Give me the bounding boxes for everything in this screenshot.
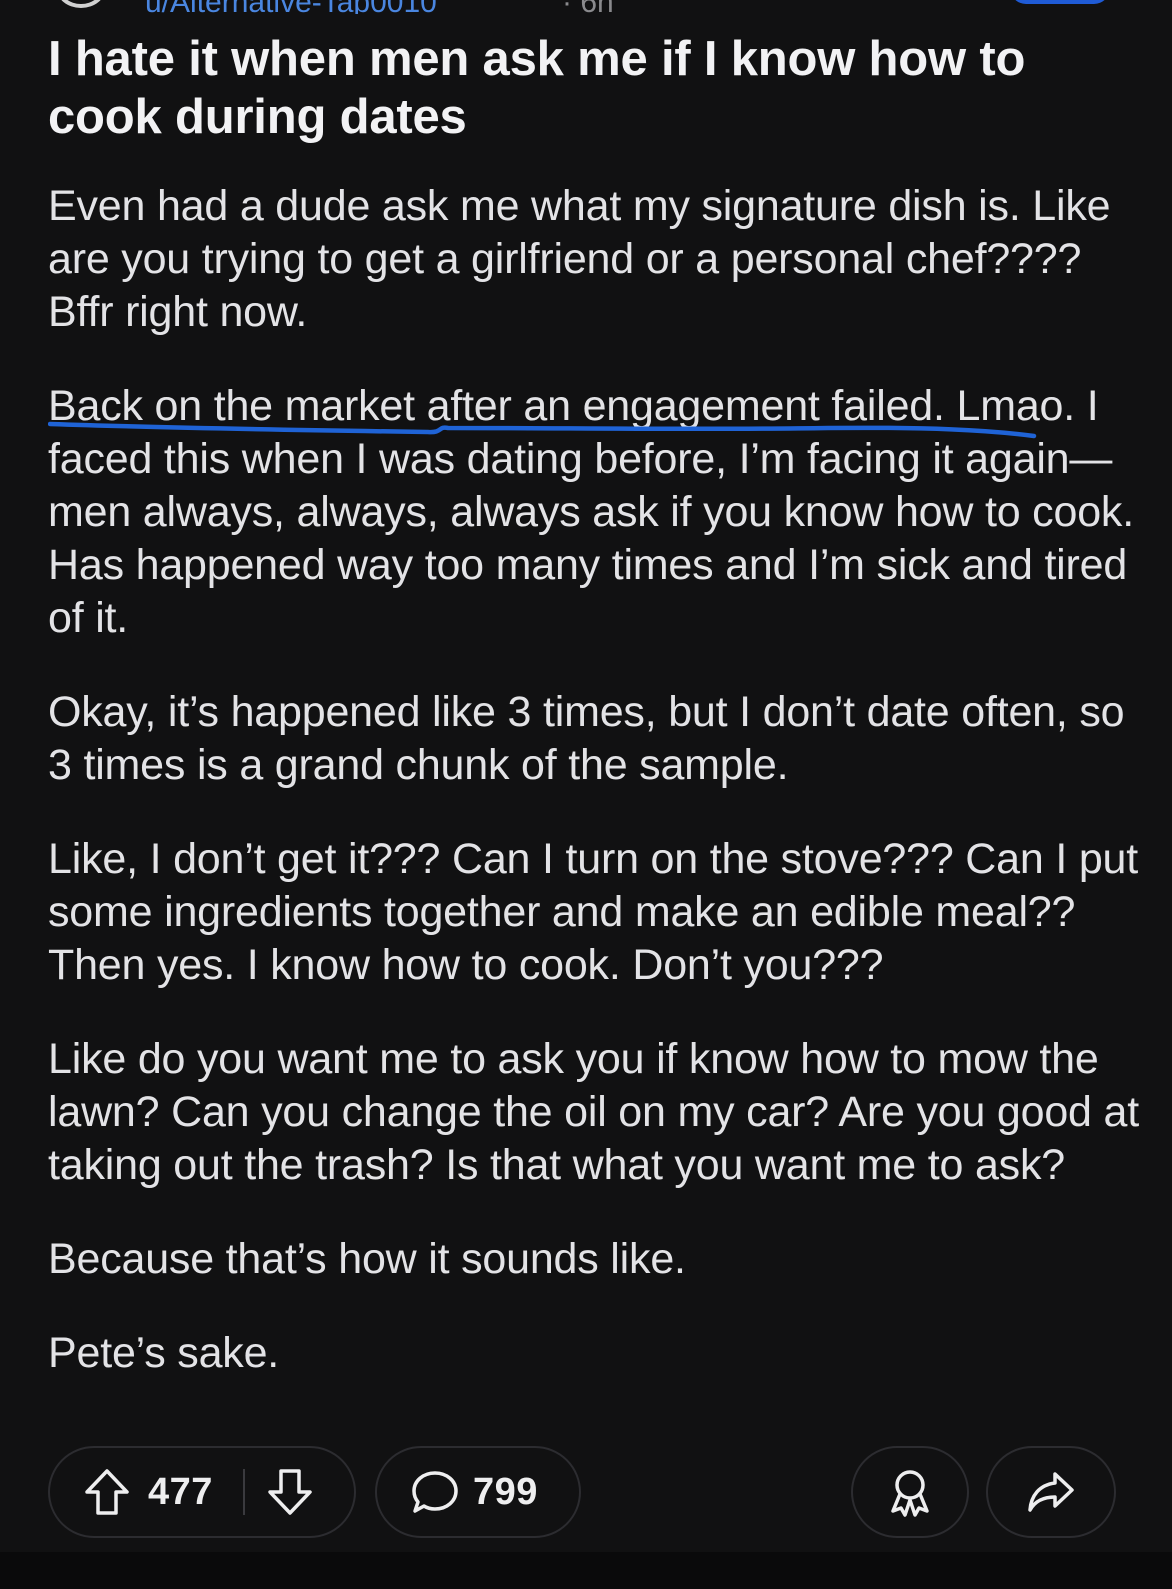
post-header: u/Alternative-Tap0010 · 6h — [0, 0, 1172, 14]
paragraph-3: Okay, it’s happened like 3 times, but I … — [48, 688, 1125, 789]
paragraph-2: Back on the market after an engagement f… — [48, 380, 1148, 645]
vote-divider — [242, 1469, 245, 1515]
share-arrow-icon — [1026, 1470, 1076, 1514]
comment-count: 799 — [473, 1470, 538, 1513]
award-ribbon-icon — [887, 1467, 933, 1517]
upvote-arrow-icon[interactable] — [84, 1468, 130, 1516]
username-link[interactable]: u/Alternative-Tap0010 — [145, 0, 437, 14]
vote-control: 477 — [48, 1446, 356, 1538]
downvote-arrow-icon[interactable] — [267, 1468, 313, 1516]
speech-bubble-icon — [411, 1469, 459, 1515]
post-title: I hate it when men ask me if I know how … — [48, 32, 1026, 144]
underlined-sentence: Back on the market after an engagement f… — [48, 382, 945, 430]
award-button[interactable] — [851, 1446, 969, 1538]
bottom-edge — [0, 1552, 1172, 1589]
avatar[interactable] — [56, 0, 106, 8]
post-age: · 6h — [562, 0, 614, 14]
paragraph-1: Even had a dude ask me what my signature… — [48, 182, 1111, 336]
paragraph-4: Like, I don’t get it??? Can I turn on th… — [48, 835, 1139, 989]
comments-button[interactable]: 799 — [375, 1446, 581, 1538]
share-button[interactable] — [986, 1446, 1116, 1538]
paragraph-7: Pete’s sake. — [48, 1329, 280, 1377]
join-button[interactable] — [1010, 0, 1110, 4]
paragraph-5: Like do you want me to ask you if know h… — [48, 1035, 1139, 1189]
upvote-count: 477 — [148, 1470, 213, 1513]
post-body: Even had a dude ask me what my signature… — [48, 180, 1148, 1421]
paragraph-6: Because that’s how it sounds like. — [48, 1235, 686, 1283]
post-action-bar: 477 799 — [48, 1446, 1118, 1540]
